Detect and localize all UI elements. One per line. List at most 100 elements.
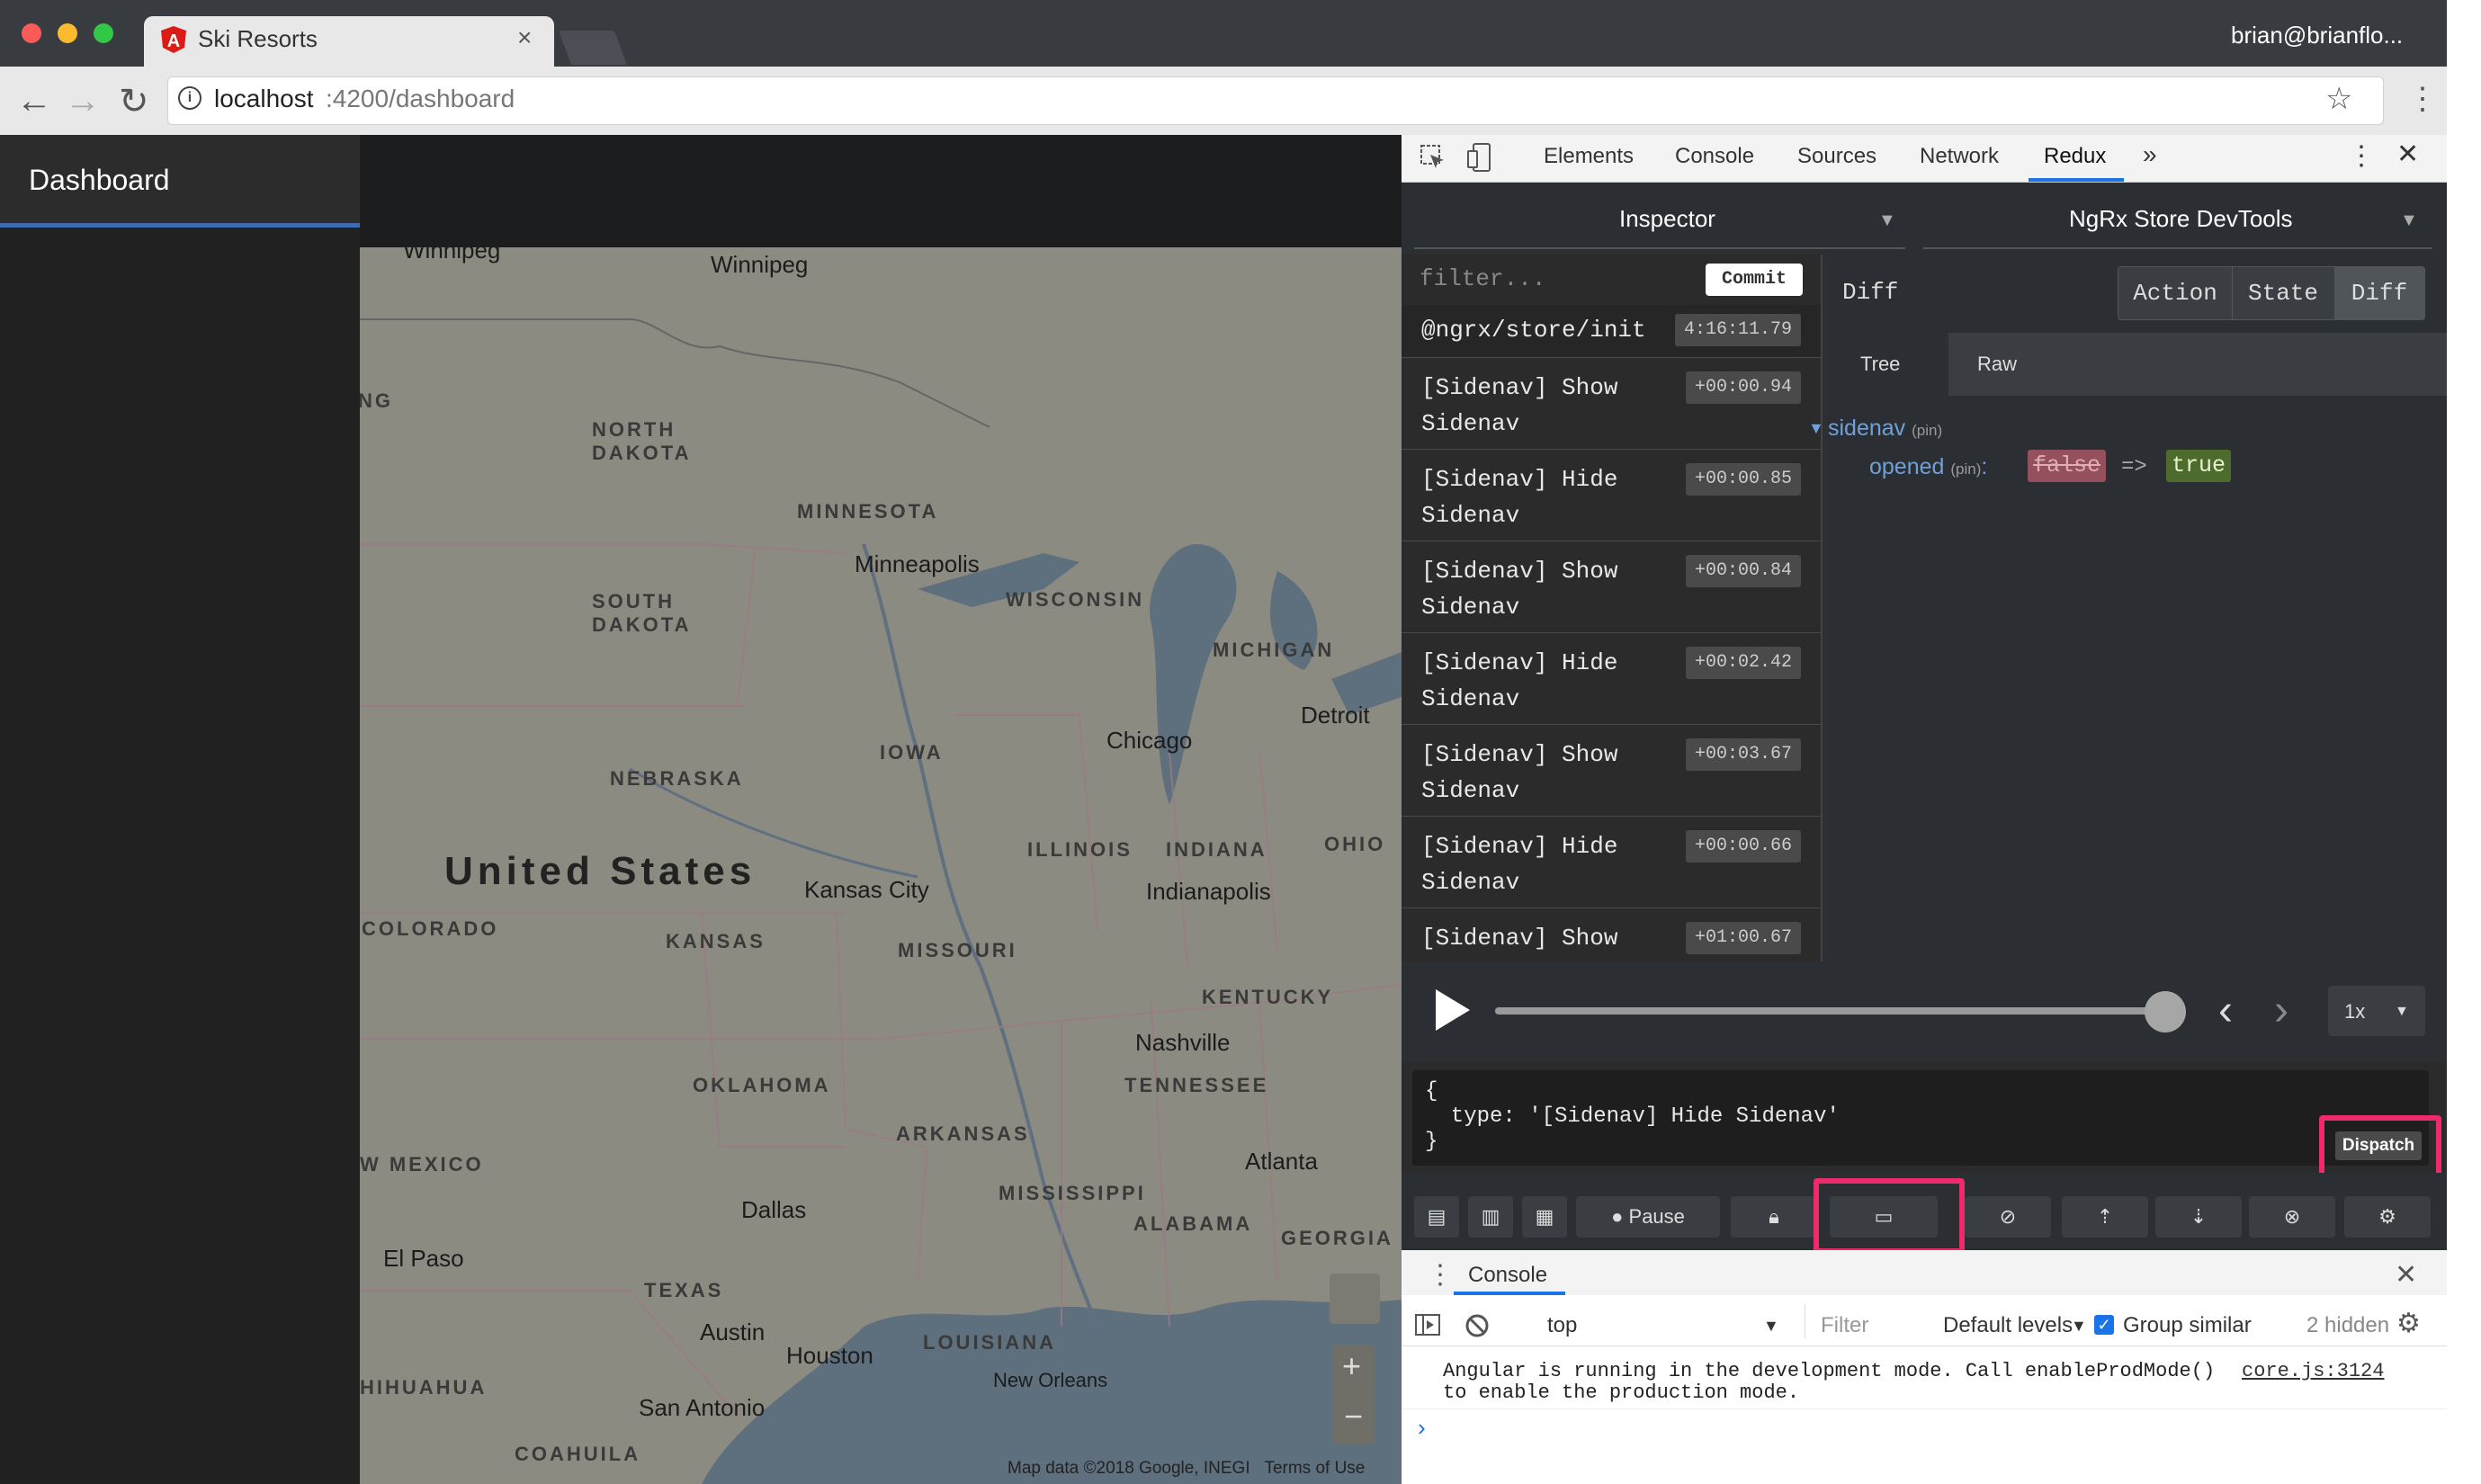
tree-node-key: sidenav (pin) (1828, 416, 1942, 442)
device-toolbar-icon[interactable] (1466, 142, 1493, 173)
zoom-in-button[interactable]: + (1342, 1347, 1361, 1385)
timeline-slider-fill (1495, 1007, 2161, 1015)
timeline-slider-thumb[interactable] (2145, 991, 2186, 1033)
speed-select[interactable] (2328, 986, 2425, 1036)
zoom-out-button[interactable]: − (1344, 1398, 1363, 1435)
layout-bottom-icon[interactable]: ▦ (1522, 1196, 1567, 1238)
instance-select[interactable]: NgRx Store DevTools (2069, 205, 2293, 233)
export-icon[interactable]: ⇡ (2062, 1196, 2148, 1238)
next-icon[interactable]: › (2274, 986, 2288, 1035)
forward-arrow-icon[interactable]: → (65, 81, 101, 121)
drawer-menu-icon[interactable]: ⋮ (1427, 1259, 1454, 1291)
action-item[interactable]: [Sidenav] Hide Sidenav +00:00.66 (1402, 816, 1821, 908)
chevron-down-icon[interactable]: ▼ (2395, 1004, 2409, 1020)
pause-button[interactable]: ● Pause (1576, 1196, 1720, 1238)
previous-icon[interactable]: ‹ (2218, 986, 2233, 1035)
inspect-element-icon[interactable] (1420, 144, 1447, 171)
chevron-down-icon[interactable]: ▼ (2071, 1317, 2087, 1336)
action-item[interactable]: [Sidenav] Hide Sidenav +00:02.42 (1402, 632, 1821, 725)
url-host: localhost (214, 85, 314, 112)
commit-button[interactable]: Commit (1706, 264, 1803, 296)
devtools-menu-icon[interactable]: ⋮ (2348, 140, 2375, 172)
group-similar-checkbox[interactable]: ✓ (2094, 1315, 2114, 1335)
devtools-close-icon[interactable]: ✕ (2396, 139, 2419, 170)
map-state-label: WISCONSIN (1006, 588, 1145, 611)
tab-sources[interactable]: Sources (1797, 144, 1876, 169)
layout-left-icon[interactable]: ▤ (1414, 1196, 1459, 1238)
action-item[interactable]: @ngrx/store/init 4:16:11.79 (1402, 305, 1821, 358)
group-similar-label: Group similar (2123, 1313, 2252, 1337)
close-window-button[interactable] (22, 23, 41, 43)
info-icon[interactable]: i (178, 86, 202, 110)
tab-state[interactable]: State (2232, 267, 2335, 319)
dispatcher-toggle-highlight (1814, 1178, 1965, 1254)
terms-of-use-link[interactable]: Terms of Use (1264, 1459, 1365, 1478)
action-name: Sidenav (1421, 410, 1520, 437)
action-name: Sidenav (1421, 777, 1520, 804)
import-icon[interactable]: ⇣ (2155, 1196, 2242, 1238)
tab-tree-label[interactable]: Tree (1860, 353, 1900, 376)
tab-raw[interactable]: Raw (1977, 353, 2017, 376)
context-select[interactable]: top (1547, 1313, 1577, 1338)
map-data-text: Map data ©2018 Google, INEGI (1008, 1459, 1250, 1478)
play-icon[interactable] (1436, 989, 1470, 1031)
action-item[interactable]: [Sidenav] Show Sidenav +00:03.67 (1402, 724, 1821, 817)
browser-menu-icon[interactable]: ⋮ (2407, 81, 2438, 117)
pin-link[interactable]: (pin) (1912, 422, 1942, 439)
action-name: [Sidenav] Hide (1421, 833, 1618, 860)
minimize-window-button[interactable] (58, 23, 77, 43)
source-link[interactable]: core.js:3124 (2242, 1360, 2384, 1382)
profile-name[interactable]: brian@brianflo... (2231, 22, 2403, 49)
persist-icon[interactable]: ⊘ (1965, 1196, 2051, 1238)
settings-gear-icon[interactable]: ⚙ (2344, 1196, 2431, 1238)
maximize-window-button[interactable] (94, 23, 113, 43)
tab-action[interactable]: Action (2118, 267, 2233, 319)
chevron-down-icon[interactable]: ▼ (1763, 1317, 1779, 1336)
inspector-tab-group: Action State Diff (2118, 266, 2425, 320)
reload-icon[interactable]: ↻ (119, 81, 149, 122)
tab-diff[interactable]: Diff (2334, 267, 2424, 319)
filter-row: filter... Commit (1402, 255, 1821, 306)
sidebar-toggle-icon[interactable] (1414, 1313, 1441, 1336)
clear-console-icon[interactable] (1464, 1313, 1490, 1338)
chevron-down-icon[interactable]: ▼ (1878, 210, 1896, 231)
map-state-label: KANSAS (666, 930, 766, 952)
dashboard-title[interactable]: Dashboard (29, 164, 170, 197)
tab-console[interactable]: Console (1675, 144, 1754, 169)
console-filter-input[interactable]: Filter (1821, 1313, 1868, 1338)
tab-close-button[interactable]: × (517, 23, 532, 52)
action-item[interactable]: [Sidenav] Show +01:00.67 (1402, 907, 1821, 961)
url-path: :4200/dashboard (326, 85, 515, 112)
chevron-down-icon[interactable]: ▼ (2400, 210, 2418, 231)
console-prompt[interactable]: › (1418, 1414, 1426, 1442)
action-name: Sidenav (1421, 869, 1520, 896)
pegman-icon[interactable] (1330, 1274, 1380, 1324)
lock-icon[interactable]: 🔒︎ (1731, 1196, 1817, 1238)
more-tabs-icon[interactable]: » (2143, 140, 2157, 169)
console-settings-gear-icon[interactable]: ⚙ (2396, 1308, 2421, 1339)
action-item[interactable]: [Sidenav] Show Sidenav +00:00.84 (1402, 541, 1821, 633)
map-city-label: Winnipeg (711, 251, 809, 278)
tab-elements[interactable]: Elements (1544, 144, 1634, 169)
drawer-tab-console[interactable]: Console (1468, 1263, 1547, 1288)
action-filter-input[interactable]: filter... (1420, 265, 1545, 292)
layout-right-icon[interactable]: ▥ (1468, 1196, 1513, 1238)
action-item[interactable]: [Sidenav] Hide Sidenav +00:00.85 (1402, 449, 1821, 541)
action-name: Sidenav (1421, 594, 1520, 621)
pin-link[interactable]: (pin) (1950, 460, 1981, 478)
remote-icon[interactable]: ⊗ (2249, 1196, 2335, 1238)
bookmark-star-icon[interactable]: ☆ (2325, 81, 2352, 117)
pause-label: Pause (1628, 1205, 1685, 1228)
action-item[interactable]: [Sidenav] Show Sidenav +00:00.94 (1402, 357, 1821, 450)
dropdown-underline (1923, 247, 2432, 249)
drawer-close-icon[interactable]: ✕ (2395, 1259, 2417, 1291)
map-city-label: Chicago (1106, 727, 1193, 754)
tab-network[interactable]: Network (1920, 144, 1999, 169)
tab-redux[interactable]: Redux (2044, 144, 2106, 169)
action-time: +00:00.84 (1685, 555, 1801, 587)
map-state-label: COLORADO (362, 917, 499, 940)
expand-triangle-icon[interactable]: ▼ (1808, 419, 1824, 438)
log-levels-select[interactable]: Default levels (1943, 1313, 2073, 1338)
monitor-select[interactable]: Inspector (1619, 205, 1715, 233)
back-arrow-icon[interactable]: ← (16, 81, 52, 121)
